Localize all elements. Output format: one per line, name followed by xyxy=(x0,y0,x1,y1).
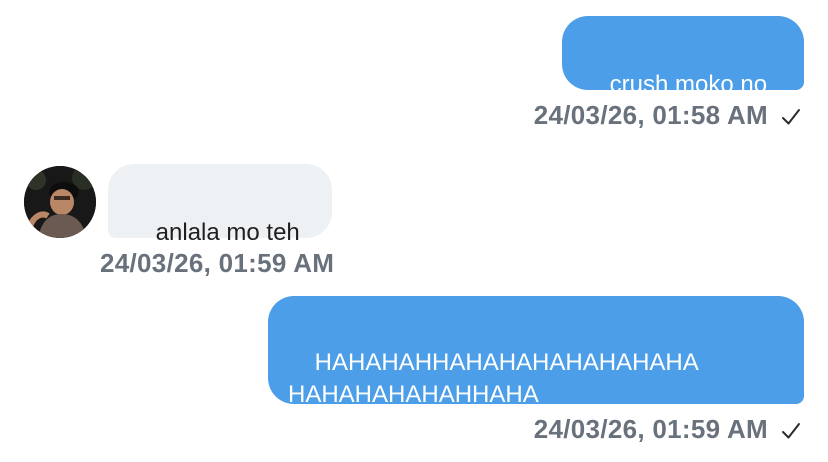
user-avatar[interactable] xyxy=(24,166,96,238)
checkmark-icon xyxy=(780,104,802,126)
message-timestamp: 24/03/26, 01:59 AM xyxy=(533,413,768,444)
message-meta: 24/03/26, 01:59 AM xyxy=(100,244,334,282)
message-text: anlala mo teh xyxy=(155,219,300,246)
message-meta: 24/03/26, 01:58 AM xyxy=(534,96,802,134)
checkmark-icon xyxy=(780,418,802,440)
message-meta: 24/03/26, 01:59 AM xyxy=(534,410,802,448)
message-bubble-outgoing[interactable]: HAHAHAHHAHAHAHAHAHAHAHA HAHAHAHAHAHHAHA xyxy=(268,296,804,408)
message-text: HAHAHAHHAHAHAHAHAHAHAHA HAHAHAHAHAHHAHA xyxy=(288,349,699,408)
message-timestamp: 24/03/26, 01:58 AM xyxy=(533,99,768,130)
message-bubble-incoming[interactable]: anlala mo teh xyxy=(108,164,332,246)
message-text: crush moko no xyxy=(609,71,768,98)
message-timestamp: 24/03/26, 01:59 AM xyxy=(100,247,335,278)
chat-thread: crush moko no 24/03/26, 01:58 AM anlala … xyxy=(0,0,828,462)
message-bubble-outgoing[interactable]: crush moko no xyxy=(562,16,804,98)
